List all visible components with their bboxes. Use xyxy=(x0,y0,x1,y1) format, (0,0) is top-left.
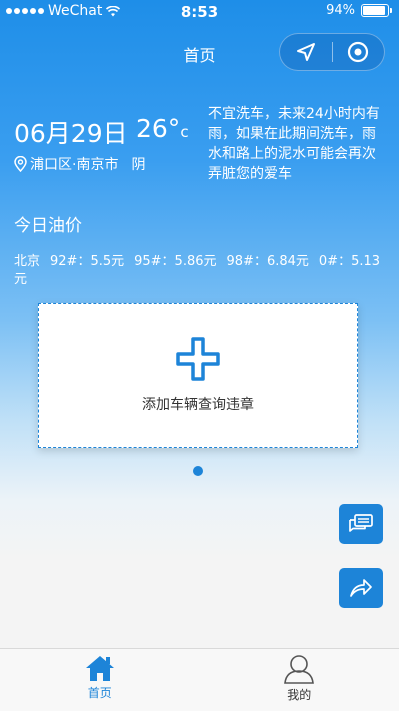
user-icon xyxy=(284,655,315,684)
tab-mine[interactable]: 我的 xyxy=(200,649,399,711)
location-arrow-icon xyxy=(296,43,315,61)
temperature-unit: c xyxy=(180,123,189,141)
chat-bubbles-icon xyxy=(349,514,373,532)
oil-price-title: 今日油价 xyxy=(14,216,82,236)
map-pin-icon xyxy=(14,156,27,172)
oil-price-95: 95#：5.86元 xyxy=(134,254,217,269)
oil-city: 北京 xyxy=(14,254,41,269)
weather-date: 06月29日 xyxy=(14,119,128,148)
oil-price-92: 92#：5.5元 xyxy=(50,254,125,269)
add-vehicle-label: 添加车辆查询违章 xyxy=(142,397,254,413)
share-button[interactable] xyxy=(339,568,383,608)
weather-location: 浦口区·南京市 阴 xyxy=(14,154,145,174)
status-bar: WeChat 8:53 94% xyxy=(0,0,399,24)
target-circle-icon xyxy=(348,41,369,63)
add-vehicle-card[interactable]: 添加车辆查询违章 xyxy=(38,303,358,448)
location-button[interactable] xyxy=(280,34,332,70)
oil-price-98: 98#：6.84元 xyxy=(226,254,309,269)
plus-icon xyxy=(176,337,220,381)
share-arrow-icon xyxy=(350,579,372,597)
carousel-indicator[interactable] xyxy=(193,466,203,476)
weather-condition: 阴 xyxy=(131,157,146,173)
battery-icon xyxy=(361,4,392,17)
weather-temperature: 26°c xyxy=(136,114,189,143)
oil-price-list: 北京 92#：5.5元 95#：5.86元 98#：6.84元 0#：5.13元 xyxy=(14,253,384,289)
close-miniprogram-button[interactable] xyxy=(333,34,385,70)
car-wash-tip: 不宜洗车，未来24小时内有雨，如果在此期间洗车，雨水和路上的泥水可能会再次弄脏您… xyxy=(208,106,380,182)
capsule-menu xyxy=(279,33,385,71)
tab-home[interactable]: 首页 xyxy=(0,649,200,711)
battery-fill xyxy=(363,6,386,15)
battery-percent: 94% xyxy=(326,3,355,18)
status-right: 94% xyxy=(326,3,392,18)
feedback-chat-button[interactable] xyxy=(339,504,383,544)
temperature-value: 26° xyxy=(136,114,181,143)
tab-home-label: 首页 xyxy=(87,686,112,700)
location-name: 浦口区·南京市 xyxy=(30,157,119,173)
tab-bar: 首页 我的 xyxy=(0,648,399,711)
home-icon xyxy=(85,656,114,681)
tab-mine-label: 我的 xyxy=(287,688,312,702)
